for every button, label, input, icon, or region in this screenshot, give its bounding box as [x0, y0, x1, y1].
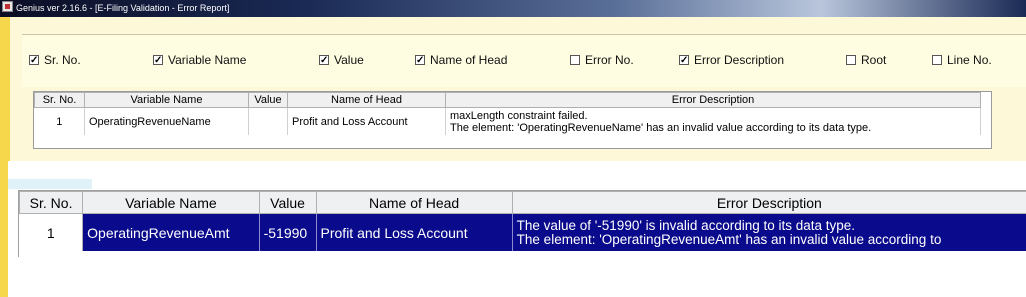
cell-sr-no[interactable]: 1 — [34, 107, 85, 135]
col-header-value[interactable]: Value — [248, 92, 288, 108]
option-label: Value — [334, 53, 364, 67]
table-row-selected[interactable]: 1 OperatingRevenueAmt -51990 Profit and … — [19, 213, 1026, 251]
window-title-bar[interactable]: Genius ver 2.16.6 - [E-Filing Validation… — [0, 0, 1026, 17]
option-line-no[interactable]: Line No. — [932, 52, 992, 68]
panel-tab — [8, 179, 92, 189]
left-accent-strip — [0, 161, 8, 297]
cell-sr-no[interactable]: 1 — [19, 213, 84, 251]
option-name-of-head[interactable]: Name of Head — [415, 52, 508, 69]
option-label: Name of Head — [430, 53, 508, 67]
cell-value[interactable] — [248, 107, 288, 135]
option-error-description[interactable]: Error Description — [679, 52, 785, 69]
col-header-variable-name[interactable]: Variable Name — [84, 92, 249, 108]
option-error-no[interactable]: Error No. — [570, 52, 634, 68]
table-row[interactable]: 1 OperatingRevenueName Profit and Loss A… — [34, 107, 981, 135]
col-header-name-of-head[interactable]: Name of Head — [287, 92, 446, 108]
column-options-bar: Sr. No. Variable Name Value Name of Head… — [22, 34, 1026, 87]
col-header-sr-no[interactable]: Sr. No. — [18, 191, 84, 214]
col-header-sr-no[interactable]: Sr. No. — [34, 92, 85, 108]
option-label: Sr. No. — [44, 53, 81, 67]
cell-value[interactable]: -51990 — [259, 213, 317, 251]
checkbox-error-description[interactable] — [679, 53, 689, 69]
col-header-value[interactable]: Value — [258, 191, 317, 214]
option-label: Error No. — [585, 53, 634, 67]
col-header-name-of-head[interactable]: Name of Head — [315, 191, 513, 214]
checkbox-line-no[interactable] — [932, 55, 942, 65]
header-row: Sr. No. Variable Name Value Name of Head… — [34, 92, 981, 108]
cell-variable-name[interactable]: OperatingRevenueAmt — [82, 213, 260, 251]
checkbox-root[interactable] — [846, 55, 856, 65]
error-table-2: Sr. No. Variable Name Value Name of Head… — [18, 190, 1026, 257]
col-header-error-description[interactable]: Error Description — [511, 191, 1026, 214]
cell-error-description[interactable]: The value of '-51990' is invalid accordi… — [512, 213, 1026, 251]
option-value[interactable]: Value — [319, 52, 364, 69]
cell-name-of-head[interactable]: Profit and Loss Account — [287, 107, 446, 135]
error-line: The element: 'OperatingRevenueAmt' has a… — [516, 231, 942, 247]
window-title: Genius ver 2.16.6 - [E-Filing Validation… — [16, 3, 230, 13]
header-row: Sr. No. Variable Name Value Name of Head… — [18, 191, 1026, 214]
option-label: Error Description — [694, 53, 785, 67]
cell-name-of-head[interactable]: Profit and Loss Account — [316, 213, 513, 251]
option-label: Variable Name — [168, 53, 247, 67]
col-header-error-description[interactable]: Error Description — [445, 92, 981, 108]
error-line: The value of '-51990' is invalid accordi… — [516, 217, 856, 233]
checkbox-value[interactable] — [319, 53, 329, 69]
error-line: The element: 'OperatingRevenueName' has … — [450, 121, 872, 134]
error-table-1: Sr. No. Variable Name Value Name of Head… — [33, 91, 992, 149]
checkbox-name-of-head[interactable] — [415, 53, 425, 69]
checkbox-sr-no[interactable] — [29, 53, 39, 69]
option-label: Line No. — [947, 53, 992, 67]
checkbox-error-no[interactable] — [570, 55, 580, 65]
error-grid: Sr. No. Variable Name Value Name of Head… — [34, 92, 981, 135]
cell-error-description[interactable]: maxLength constraint failed. The element… — [445, 107, 981, 135]
error-line: maxLength constraint failed. — [450, 109, 588, 122]
error-grid: Sr. No. Variable Name Value Name of Head… — [18, 191, 1026, 251]
option-label: Root — [861, 53, 887, 67]
app-icon[interactable] — [2, 1, 13, 12]
option-sr-no[interactable]: Sr. No. — [29, 52, 81, 69]
option-root[interactable]: Root — [846, 52, 886, 68]
col-header-variable-name[interactable]: Variable Name — [82, 191, 260, 214]
left-accent-strip — [0, 17, 10, 161]
cell-variable-name[interactable]: OperatingRevenueName — [84, 107, 249, 135]
option-variable-name[interactable]: Variable Name — [153, 52, 247, 69]
checkbox-variable-name[interactable] — [153, 53, 163, 69]
